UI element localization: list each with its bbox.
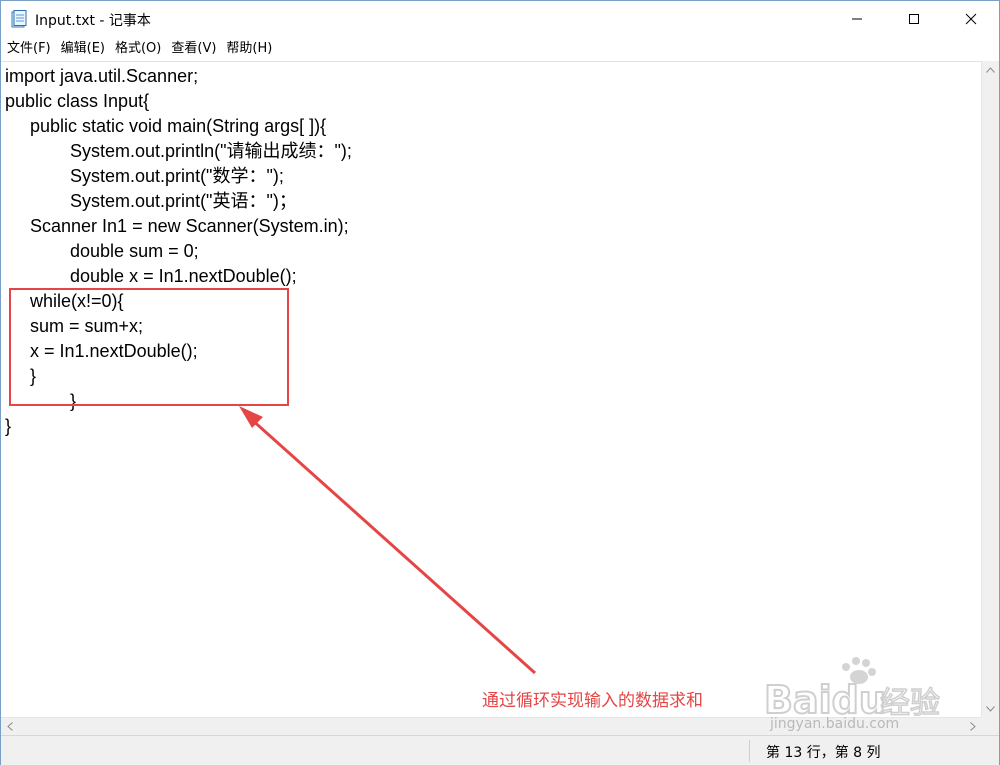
annotation-text: 通过循环实现输入的数据求和 — [482, 691, 703, 711]
code-line: Scanner In1 = new Scanner(System.in); — [5, 216, 349, 236]
maximize-button[interactable] — [885, 1, 942, 37]
close-icon — [965, 13, 976, 25]
code-line: public class Input{ — [5, 91, 150, 111]
highlight-box — [9, 288, 289, 406]
notepad-window: Input.txt - 记事本 文件(F) 编辑(E) 格式(O) 查看(V) … — [0, 0, 1000, 765]
minimize-button[interactable] — [828, 1, 885, 37]
menu-format[interactable]: 格式(O) — [109, 38, 165, 60]
svg-text:Baidu: Baidu — [764, 678, 886, 720]
code-line: public static void main(String args[ ]){ — [5, 116, 327, 136]
scrollbar-corner — [981, 717, 999, 735]
window-title: Input.txt - 记事本 — [35, 13, 151, 29]
status-bar: 第 13 行，第 8 列 — [1, 735, 999, 765]
status-separator — [749, 740, 750, 762]
svg-text:经验: 经验 — [880, 686, 940, 720]
vertical-scrollbar[interactable] — [981, 61, 999, 717]
code-line: System.out.print("数学："); — [5, 166, 284, 186]
code-line: import java.util.Scanner; — [5, 66, 199, 86]
baidu-watermark-logo: Baidu 经验 — [763, 657, 941, 720]
menu-view[interactable]: 查看(V) — [165, 38, 220, 60]
close-button[interactable] — [942, 1, 999, 37]
code-line: double sum = 0; — [5, 241, 199, 261]
text-editor[interactable]: import java.util.Scanner; public class I… — [1, 61, 981, 718]
watermark-url: jingyan.baidu.com — [770, 716, 900, 732]
code-line: System.out.print("英语：")； — [5, 191, 297, 211]
menu-help[interactable]: 帮助(H) — [220, 38, 276, 60]
menu-bar: 文件(F) 编辑(E) 格式(O) 查看(V) 帮助(H) — [1, 38, 999, 60]
menu-edit[interactable]: 编辑(E) — [55, 38, 109, 60]
code-line: double x = In1.nextDouble(); — [5, 266, 297, 286]
scroll-down-icon[interactable] — [982, 700, 999, 717]
notepad-icon — [11, 10, 27, 28]
code-line: } — [5, 416, 12, 436]
cursor-position: 第 13 行，第 8 列 — [766, 745, 881, 761]
scroll-right-icon[interactable] — [964, 718, 981, 735]
maximize-icon — [908, 14, 919, 24]
menu-file[interactable]: 文件(F) — [1, 38, 55, 60]
code-line: System.out.println("请输出成绩："); — [5, 141, 352, 161]
minimize-icon — [851, 18, 862, 20]
scroll-left-icon[interactable] — [1, 718, 18, 735]
title-bar[interactable]: Input.txt - 记事本 — [1, 1, 999, 37]
scroll-up-icon[interactable] — [982, 61, 999, 78]
